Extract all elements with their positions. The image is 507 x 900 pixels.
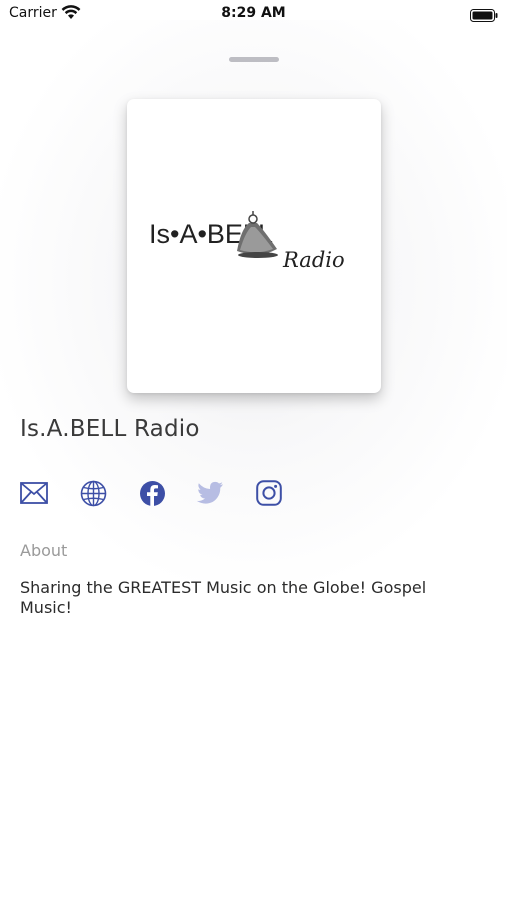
facebook-button[interactable] xyxy=(137,478,167,508)
about-label: About xyxy=(20,541,68,560)
facebook-icon xyxy=(139,480,165,506)
status-bar: Carrier 8:29 AM xyxy=(0,0,507,28)
globe-icon xyxy=(80,480,106,506)
battery-icon xyxy=(470,7,498,22)
mail-icon xyxy=(20,482,48,504)
twitter-icon xyxy=(196,481,223,504)
station-artwork: Is•A•BELL Radio xyxy=(127,99,381,393)
instagram-button[interactable] xyxy=(254,478,284,508)
sheet-grabber[interactable] xyxy=(229,57,279,62)
status-time: 8:29 AM xyxy=(221,5,286,21)
about-text: Sharing the GREATEST Music on the Globe!… xyxy=(20,578,427,617)
instagram-icon xyxy=(256,480,282,506)
website-button[interactable] xyxy=(78,478,108,508)
twitter-button xyxy=(195,478,225,508)
station-title: Is.A.BELL Radio xyxy=(20,416,200,442)
mail-button[interactable] xyxy=(19,478,49,508)
logo-subtext: Radio xyxy=(282,248,345,272)
